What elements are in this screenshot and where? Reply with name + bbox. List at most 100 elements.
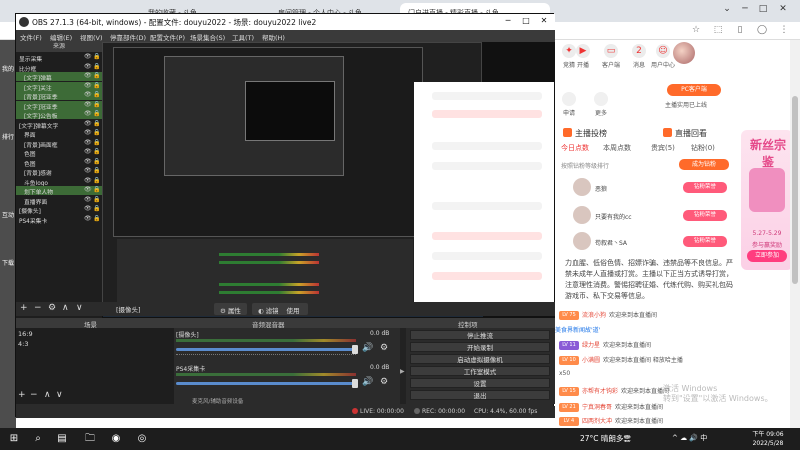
source-item[interactable]: [背景]感谢 👁 🔒	[16, 167, 102, 176]
extensions-icon[interactable]: ⬚	[712, 25, 724, 37]
speaker-icon[interactable]: 🔊	[362, 343, 373, 353]
exit-button[interactable]: 退出	[410, 390, 550, 400]
scene-down-icon[interactable]: ∨	[56, 390, 63, 400]
remove-scene-icon[interactable]: −	[30, 390, 38, 400]
eye-icon[interactable]: 👁	[84, 158, 92, 165]
sidebar-icon[interactable]: ▯	[734, 25, 746, 37]
source-item[interactable]: 色图 👁 🔒	[16, 158, 102, 167]
rank-tab-today[interactable]: 今日点数	[561, 143, 589, 153]
topnav-broadcast[interactable]: ▶ 开播	[569, 44, 597, 69]
browser-tab-search-icon[interactable]: ⌄	[720, 4, 734, 16]
source-use-button[interactable]: 使用	[278, 303, 308, 315]
source-item[interactable]: [摄像头] 👁 🔒	[16, 205, 102, 214]
eye-icon[interactable]: 👁	[84, 72, 92, 79]
browser-maximize-button[interactable]: □	[756, 4, 770, 16]
user-avatar[interactable]	[673, 42, 695, 64]
lock-icon[interactable]: 🔒	[93, 158, 100, 165]
menu-tools[interactable]: 工具(T)	[232, 32, 254, 42]
obs-preview[interactable]	[102, 42, 555, 324]
obs-taskbar-icon[interactable]: ◎	[134, 431, 150, 447]
lock-icon[interactable]: 🔒	[93, 196, 100, 203]
lock-icon[interactable]: 🔒	[93, 120, 100, 127]
menu-view[interactable]: 视图(V)	[80, 32, 103, 42]
chrome-icon[interactable]: ◉	[108, 431, 124, 447]
search-icon[interactable]: ⌕	[30, 431, 46, 447]
menu-profile[interactable]: 配置文件(P)	[150, 32, 185, 42]
lock-icon[interactable]: 🔒	[93, 63, 100, 70]
rail-item-rank[interactable]: 排行	[0, 132, 16, 141]
lock-icon[interactable]: 🔒	[93, 110, 100, 117]
speaker-icon[interactable]: 🔊	[362, 377, 373, 387]
eye-icon[interactable]: 👁	[84, 91, 92, 98]
source-item[interactable]: [文字]冠亚季 👁 🔒	[16, 100, 102, 110]
source-item[interactable]: [背景]画面框 👁 🔒	[16, 139, 102, 148]
volume-slider-handle[interactable]	[352, 379, 358, 388]
rank-tab-diamond[interactable]: 钻粉(0)	[691, 143, 715, 153]
eye-icon[interactable]: 👁	[84, 120, 92, 127]
system-tray[interactable]: ^ ☁ 🔊 中	[672, 433, 707, 443]
lock-icon[interactable]: 🔒	[93, 148, 100, 155]
promo-banner[interactable]: 新丝宗鉴 5.27-5.29 参与赢奖励 立即参加	[741, 130, 793, 270]
scene-item[interactable]: 16:9	[18, 330, 33, 338]
volume-slider[interactable]	[176, 382, 354, 385]
lock-icon[interactable]: 🔒	[93, 101, 100, 108]
scene-item[interactable]: 4:3	[18, 340, 28, 348]
eye-icon[interactable]: 👁	[84, 129, 92, 136]
source-item[interactable]: [文字]关注 👁 🔒	[16, 81, 102, 91]
move-down-icon[interactable]: ∨	[76, 303, 83, 313]
become-diamond-fan-button[interactable]: 成为钻粉	[679, 159, 729, 170]
bookmark-star-icon[interactable]: ☆	[690, 25, 702, 37]
source-item[interactable]: PS4采集卡 👁 🔒	[16, 215, 102, 224]
gear-icon[interactable]: ⚙	[380, 343, 388, 353]
eye-icon[interactable]: 👁	[84, 139, 92, 146]
lock-icon[interactable]: 🔒	[93, 91, 100, 98]
file-explorer-icon[interactable]: 🗀	[82, 431, 98, 447]
remove-source-icon[interactable]: −	[34, 303, 42, 313]
lock-icon[interactable]: 🔒	[93, 205, 100, 212]
rank-tab-week[interactable]: 本周点数	[603, 143, 631, 153]
eye-icon[interactable]: 👁	[84, 82, 92, 89]
browser-minimize-button[interactable]: ─	[738, 4, 752, 16]
promo-join-button[interactable]: 立即参加	[747, 250, 787, 262]
rank-row[interactable]: 恶狼 钻粉荣誉	[559, 176, 729, 200]
obs-close-button[interactable]: ✕	[536, 16, 552, 28]
rail-item-mine[interactable]: 我的	[0, 64, 16, 73]
menu-file[interactable]: 文件(F)	[20, 32, 42, 42]
rank-row[interactable]: 只要有我的cc 钻粉荣誉	[559, 204, 729, 228]
eye-icon[interactable]: 👁	[84, 215, 92, 222]
source-item[interactable]: [背景]冠亚季 👁 🔒	[16, 91, 102, 100]
start-virtual-camera-button[interactable]: 启动虚拟摄像机	[410, 354, 550, 364]
obs-minimize-button[interactable]: ─	[500, 16, 516, 28]
source-item[interactable]: 直播界面 👁 🔒	[16, 196, 102, 205]
tab-live-replay-section[interactable]: 直播回看	[663, 128, 707, 139]
obs-maximize-button[interactable]: □	[518, 16, 534, 28]
lock-icon[interactable]: 🔒	[93, 129, 100, 136]
volume-slider-handle[interactable]	[352, 345, 358, 354]
source-settings-icon[interactable]: ⚙	[48, 303, 56, 313]
eye-icon[interactable]: 👁	[84, 167, 92, 174]
page-scrollbar[interactable]	[790, 40, 800, 428]
eye-icon[interactable]: 👁	[84, 186, 92, 193]
windows-start-icon[interactable]: ⊞	[6, 431, 22, 447]
rank-row[interactable]: 苟叙君丶SA 钻粉荣誉	[559, 230, 729, 254]
lock-icon[interactable]: 🔒	[93, 139, 100, 146]
weather-widget[interactable]: 27°C 晴朗多雲	[580, 433, 631, 444]
lock-icon[interactable]: 🔒	[93, 177, 100, 184]
lock-icon[interactable]: 🔒	[93, 53, 100, 60]
menu-docks[interactable]: 停靠部件(D)	[110, 32, 146, 42]
source-item[interactable]: [文字]弹幕文字 👁 🔒	[16, 120, 102, 129]
source-item[interactable]: 界面 👁 🔒	[16, 129, 102, 138]
lock-icon[interactable]: 🔒	[93, 82, 100, 89]
add-source-icon[interactable]: +	[20, 303, 28, 313]
rail-item-download[interactable]: 下载	[0, 258, 16, 267]
more-button[interactable]: 更多	[591, 92, 611, 117]
eye-icon[interactable]: 👁	[84, 148, 92, 155]
lock-icon[interactable]: 🔒	[93, 186, 100, 193]
browser-close-button[interactable]: ✕	[776, 4, 790, 16]
menu-scene-collection[interactable]: 场景集合(S)	[190, 32, 225, 42]
menu-edit[interactable]: 编辑(E)	[50, 32, 72, 42]
source-properties-button[interactable]: ⚙ 属性	[214, 303, 247, 315]
eye-icon[interactable]: 👁	[84, 110, 92, 117]
rank-tab-vip[interactable]: 贵宾(5)	[651, 143, 675, 153]
source-item[interactable]: 显示采集 👁 🔒	[16, 53, 102, 62]
